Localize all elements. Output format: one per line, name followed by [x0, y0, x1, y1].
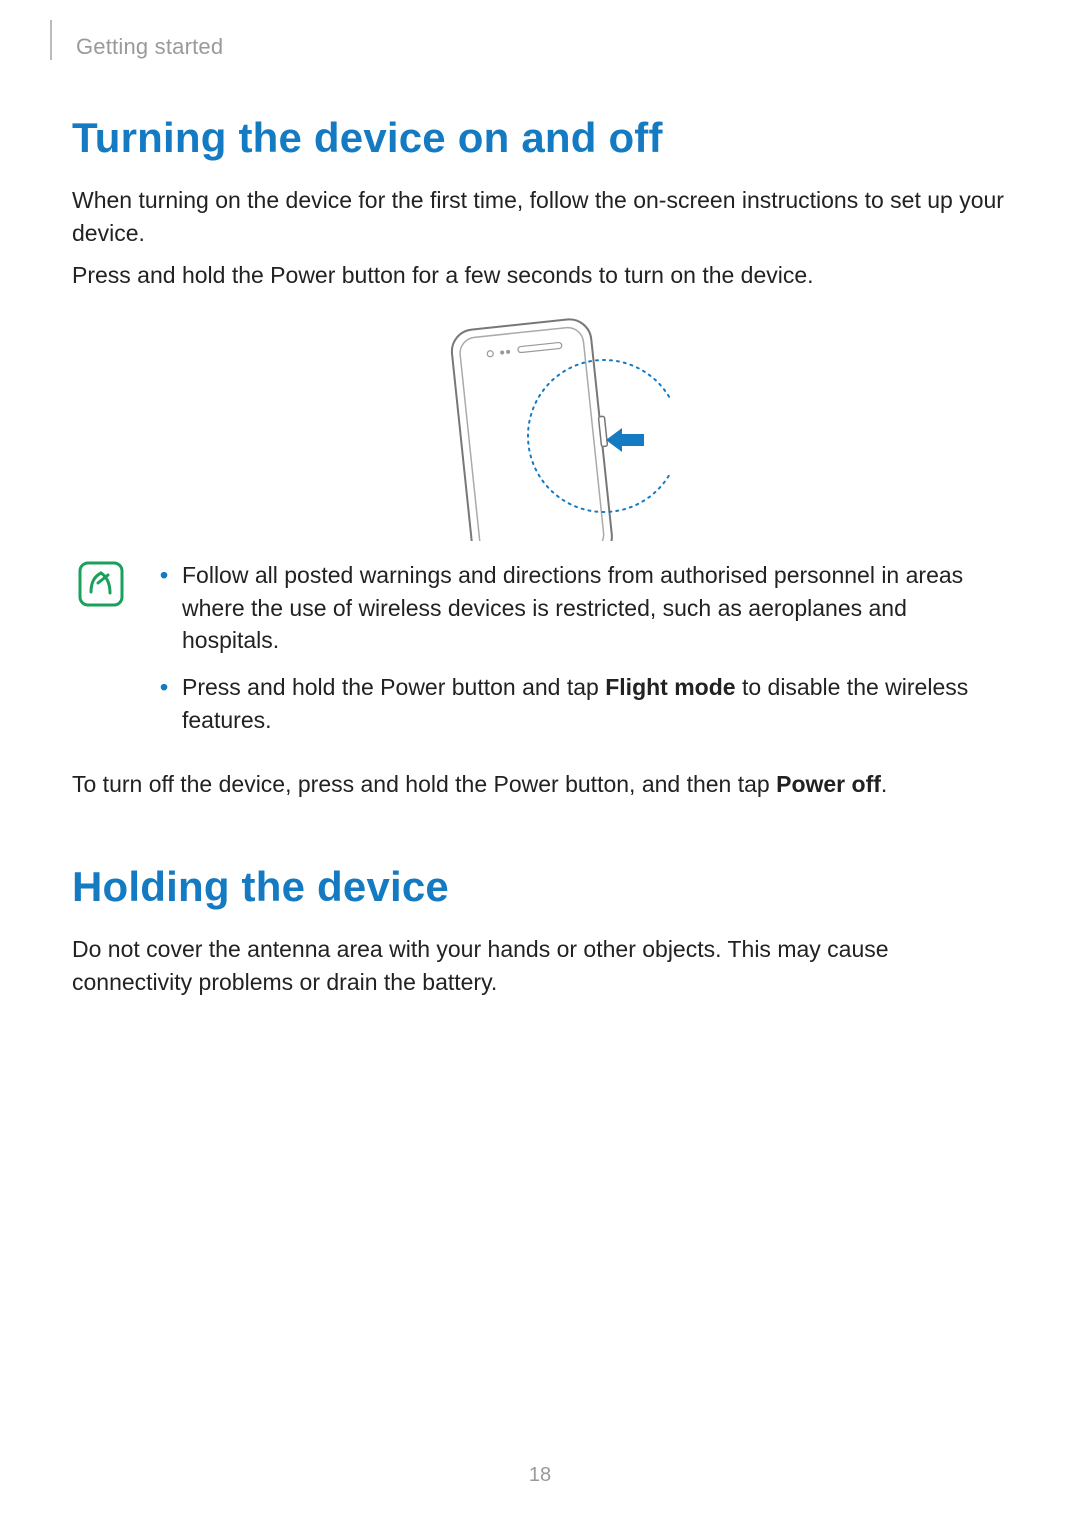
paragraph: Press and hold the Power button for a fe…: [72, 259, 1008, 292]
list-item-text: Press and hold the Power button and tap: [182, 674, 605, 700]
device-power-illustration: [410, 316, 670, 541]
running-header: Getting started: [76, 34, 223, 60]
paragraph: When turning on the device for the first…: [72, 184, 1008, 249]
bold-text: Flight mode: [605, 674, 735, 700]
page: Getting started Turning the device on an…: [0, 0, 1080, 1527]
note-block: Follow all posted warnings and direction…: [72, 559, 1008, 750]
note-list: Follow all posted warnings and direction…: [156, 559, 1008, 750]
text-run: .: [881, 771, 887, 797]
heading-turning-on-off: Turning the device on and off: [72, 114, 1008, 162]
paragraph: To turn off the device, press and hold t…: [72, 768, 1008, 801]
header-rule: [50, 20, 52, 60]
list-item: Follow all posted warnings and direction…: [156, 559, 1008, 657]
list-item-text: Follow all posted warnings and direction…: [182, 562, 963, 653]
arrow-icon: [606, 428, 644, 452]
note-icon: [78, 561, 124, 607]
list-item: Press and hold the Power button and tap …: [156, 671, 1008, 736]
paragraph: Do not cover the antenna area with your …: [72, 933, 1008, 998]
bold-text: Power off: [776, 771, 881, 797]
page-number: 18: [0, 1464, 1080, 1487]
text-run: To turn off the device, press and hold t…: [72, 771, 776, 797]
heading-holding-device: Holding the device: [72, 863, 1008, 911]
